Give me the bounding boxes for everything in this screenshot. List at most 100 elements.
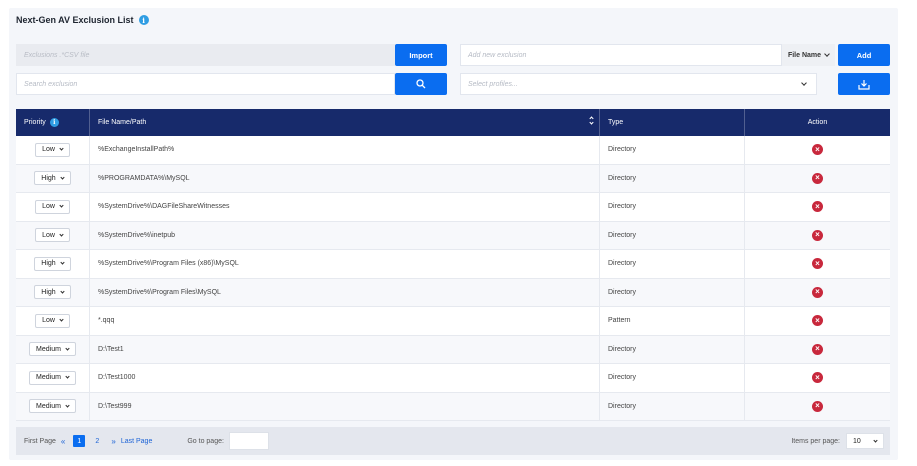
table-row: Medium D:\Test1 Directory × bbox=[16, 335, 890, 364]
info-icon[interactable]: i bbox=[49, 118, 59, 127]
search-input[interactable]: Search exclusion bbox=[16, 73, 395, 95]
last-page-link[interactable]: Last Page bbox=[121, 438, 153, 445]
action-cell: × bbox=[745, 250, 890, 278]
path-cell: D:\Test1000 bbox=[90, 364, 600, 392]
info-icon[interactable]: i bbox=[138, 15, 149, 25]
priority-select[interactable]: Low bbox=[35, 199, 70, 214]
path-cell: %ExchangeInstallPath% bbox=[90, 136, 600, 164]
profiles-select[interactable]: Select profiles... bbox=[460, 73, 817, 95]
type-cell: Directory bbox=[600, 335, 745, 363]
delete-icon[interactable]: × bbox=[812, 229, 823, 241]
priority-value: Medium bbox=[36, 402, 61, 410]
priority-select[interactable]: Low bbox=[35, 142, 70, 157]
priority-value: Low bbox=[42, 317, 55, 325]
priority-select[interactable]: Medium bbox=[29, 370, 76, 385]
table-row: High %PROGRAMDATA%\MySQL Directory × bbox=[16, 164, 890, 193]
type-cell: Directory bbox=[600, 278, 745, 306]
first-page-label[interactable]: First Page bbox=[24, 438, 56, 445]
items-per-page-select[interactable]: 10 bbox=[846, 433, 884, 449]
chevron-down-icon bbox=[873, 437, 878, 443]
import-button[interactable]: Import bbox=[395, 44, 447, 66]
delete-icon[interactable]: × bbox=[812, 144, 823, 156]
add-button[interactable]: Add bbox=[838, 44, 890, 66]
priority-cell: Low bbox=[16, 193, 90, 221]
priority-select[interactable]: High bbox=[34, 256, 71, 271]
type-cell: Directory bbox=[600, 250, 745, 278]
sort-icon[interactable] bbox=[589, 116, 594, 125]
delete-icon[interactable]: × bbox=[812, 372, 823, 384]
chevron-down-icon bbox=[59, 203, 64, 208]
priority-value: Low bbox=[42, 231, 55, 239]
double-chevron-left-icon[interactable]: « bbox=[61, 437, 65, 446]
action-cell: × bbox=[745, 393, 890, 421]
priority-value: Low bbox=[42, 203, 55, 211]
priority-cell: Low bbox=[16, 307, 90, 335]
delete-icon[interactable]: × bbox=[812, 400, 823, 412]
priority-value: Low bbox=[42, 146, 55, 154]
priority-select[interactable]: High bbox=[34, 285, 71, 300]
exclusion-table: Priority i File Name/Path Type Action Lo… bbox=[16, 109, 890, 421]
priority-cell: Medium bbox=[16, 335, 90, 363]
chevron-down-icon bbox=[801, 79, 807, 86]
delete-icon[interactable]: × bbox=[812, 315, 823, 327]
import-file-field: Exclusions .*CSV file bbox=[16, 44, 395, 66]
delete-icon[interactable]: × bbox=[812, 201, 823, 213]
path-cell: %PROGRAMDATA%\MySQL bbox=[90, 164, 600, 192]
chevron-down-icon bbox=[65, 403, 70, 408]
table-row: Medium D:\Test999 Directory × bbox=[16, 392, 890, 421]
priority-select[interactable]: Medium bbox=[29, 399, 76, 414]
priority-value: Medium bbox=[36, 345, 61, 353]
chevron-down-icon bbox=[59, 232, 64, 237]
table-body: Low %ExchangeInstallPath% Directory × High %P… bbox=[16, 136, 890, 421]
action-cell: × bbox=[745, 136, 890, 164]
items-per-page-label: Items per page: bbox=[791, 437, 840, 445]
action-header-label: Action bbox=[807, 119, 828, 126]
priority-select[interactable]: Low bbox=[35, 313, 70, 328]
profiles-placeholder: Select profiles... bbox=[468, 80, 518, 88]
path-header[interactable]: File Name/Path bbox=[90, 109, 600, 136]
path-header-label: File Name/Path bbox=[98, 119, 147, 126]
priority-value: Medium bbox=[36, 374, 61, 382]
table-row: Low *.qqq Pattern × bbox=[16, 307, 890, 336]
table-row: High %SystemDrive%\Program Files (x86)\My… bbox=[16, 250, 890, 279]
delete-icon[interactable]: × bbox=[812, 172, 823, 184]
chevron-down-icon bbox=[60, 289, 65, 294]
page-2-button[interactable]: 2 bbox=[91, 435, 103, 447]
priority-select[interactable]: High bbox=[34, 171, 71, 186]
goto-page-input[interactable] bbox=[228, 432, 269, 450]
pagination-bar: First Page « 1 2 » Last Page Go to page:… bbox=[16, 427, 890, 455]
action-cell: × bbox=[745, 222, 890, 250]
goto-label: Go to page: bbox=[187, 437, 224, 445]
path-cell: %SystemDrive%\DAGFileShareWitnesses bbox=[90, 193, 600, 221]
table-row: Medium D:\Test1000 Directory × bbox=[16, 364, 890, 393]
chevron-down-icon bbox=[824, 50, 830, 57]
action-cell: × bbox=[745, 165, 890, 193]
chevron-down-icon bbox=[59, 317, 64, 322]
type-header-label: Type bbox=[608, 119, 624, 126]
priority-cell: Medium bbox=[16, 364, 90, 392]
search-button[interactable] bbox=[395, 73, 447, 95]
priority-cell: High bbox=[16, 278, 90, 306]
type-header: Type bbox=[600, 109, 745, 136]
type-cell: Directory bbox=[600, 193, 745, 221]
new-exclusion-input[interactable]: Add new exclusion bbox=[460, 44, 782, 66]
download-icon bbox=[858, 79, 870, 90]
type-cell: Pattern bbox=[600, 307, 745, 335]
priority-select[interactable]: Low bbox=[35, 228, 70, 243]
chevron-down-icon bbox=[60, 260, 65, 265]
delete-icon[interactable]: × bbox=[812, 343, 823, 355]
priority-select[interactable]: Medium bbox=[29, 342, 76, 357]
delete-icon[interactable]: × bbox=[812, 286, 823, 298]
priority-cell: High bbox=[16, 250, 90, 278]
path-cell: D:\Test999 bbox=[90, 392, 600, 420]
type-cell: Directory bbox=[600, 392, 745, 420]
page-title: Next-Gen AV Exclusion List bbox=[16, 15, 134, 25]
page-1-button[interactable]: 1 bbox=[73, 435, 86, 447]
export-button[interactable] bbox=[838, 73, 890, 95]
search-icon bbox=[416, 79, 426, 89]
delete-icon[interactable]: × bbox=[812, 258, 823, 270]
type-cell: Directory bbox=[600, 164, 745, 192]
exclusion-type-select[interactable]: File Name bbox=[782, 44, 835, 66]
table-header: Priority i File Name/Path Type Action bbox=[16, 109, 890, 136]
double-chevron-right-icon[interactable]: » bbox=[111, 437, 115, 446]
